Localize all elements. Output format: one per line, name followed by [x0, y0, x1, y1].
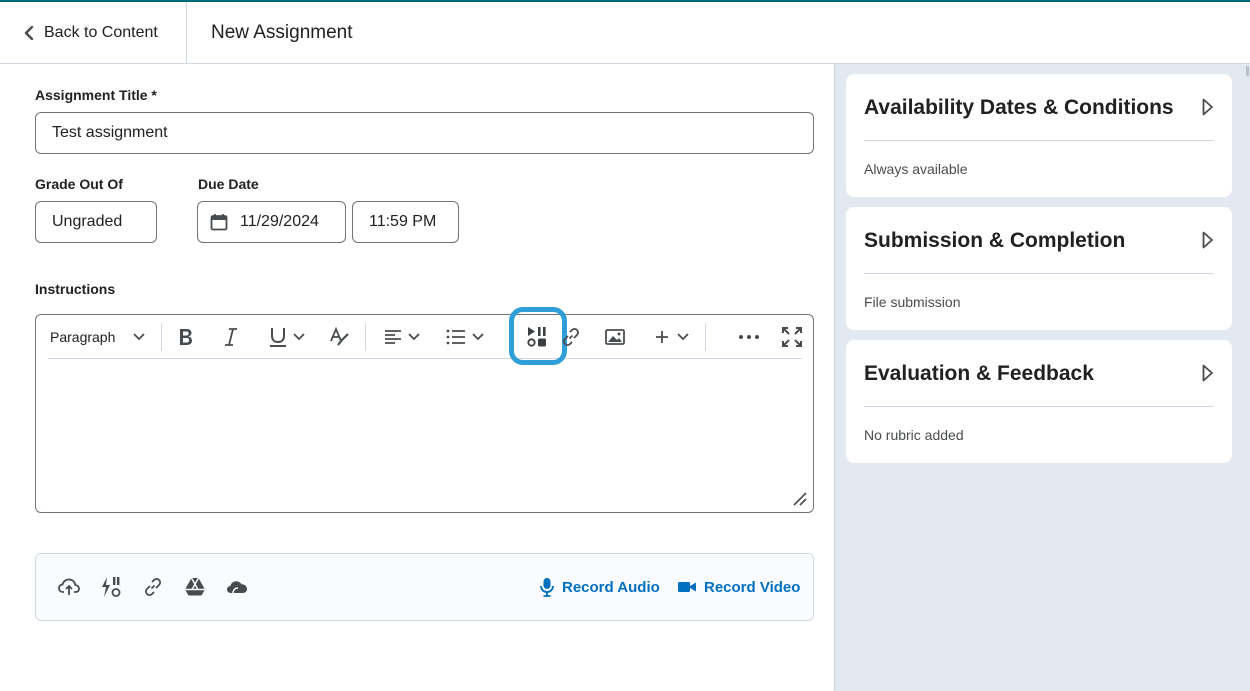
attach-link-button[interactable]	[142, 576, 164, 598]
assignment-title-input[interactable]: Test assignment	[35, 112, 814, 154]
underline-icon	[270, 328, 286, 347]
instructions-label: Instructions	[35, 281, 116, 297]
availability-card[interactable]: Availability Dates & Conditions Always a…	[846, 74, 1232, 197]
top-bar: Back to Content New Assignment	[0, 0, 1250, 64]
bulleted-list-icon	[446, 329, 465, 345]
back-to-content-link[interactable]: Back to Content	[0, 1, 187, 64]
attachments-bar: Record Audio Record Video	[35, 553, 814, 621]
link-icon	[144, 577, 162, 597]
record-audio-button[interactable]: Record Audio	[540, 554, 660, 620]
text-style-button[interactable]	[327, 315, 353, 359]
due-date-label: Due Date	[198, 176, 259, 192]
fullscreen-button[interactable]	[780, 315, 804, 359]
bold-icon	[180, 329, 192, 345]
image-icon	[605, 329, 625, 345]
assignment-title-label: Assignment Title *	[35, 87, 157, 103]
italic-button[interactable]	[219, 315, 243, 359]
grade-out-of-field[interactable]: Ungraded	[35, 201, 157, 243]
instructions-editor[interactable]: Paragraph	[35, 307, 814, 513]
record-audio-label: Record Audio	[562, 578, 660, 596]
paragraph-label: Paragraph	[50, 329, 116, 345]
caret-right-icon	[1202, 98, 1213, 116]
microphone-icon	[540, 578, 554, 597]
insert-image-button[interactable]	[602, 315, 628, 359]
link-icon	[562, 327, 580, 347]
caret-right-icon	[1202, 364, 1213, 382]
page-title: New Assignment	[211, 21, 353, 43]
video-camera-icon	[678, 582, 696, 592]
insert-link-button[interactable]	[559, 315, 583, 359]
more-horizontal-icon	[739, 335, 759, 339]
italic-icon	[225, 328, 237, 346]
paragraph-format-dropdown[interactable]: Paragraph	[50, 315, 160, 359]
main-form: Assignment Title * Test assignment Grade…	[0, 64, 834, 691]
card-divider	[864, 140, 1214, 141]
record-video-button[interactable]: Record Video	[678, 554, 800, 620]
grade-value: Ungraded	[52, 213, 123, 230]
grade-out-of-label: Grade Out Of	[35, 176, 123, 192]
due-time-input[interactable]: 11:59 PM	[352, 201, 459, 243]
calendar-icon	[210, 214, 228, 231]
cloud-upload-icon	[58, 578, 80, 595]
list-dropdown[interactable]	[444, 315, 486, 359]
chevron-down-icon	[133, 333, 146, 341]
submission-card[interactable]: Submission & Completion File submission	[846, 207, 1232, 330]
chevron-down-icon	[472, 333, 484, 341]
google-drive-icon	[185, 577, 205, 596]
more-options-button[interactable]	[736, 315, 762, 359]
insert-more-dropdown[interactable]	[651, 315, 693, 359]
text-style-icon	[330, 327, 349, 346]
submission-summary: File submission	[864, 294, 961, 310]
due-date-input[interactable]: 11/29/2024	[197, 201, 346, 243]
back-label: Back to Content	[44, 23, 158, 41]
chevron-down-icon	[293, 333, 305, 341]
submission-title: Submission & Completion	[864, 229, 1126, 252]
onedrive-button[interactable]	[226, 576, 248, 598]
evaluation-title: Evaluation & Feedback	[864, 362, 1094, 385]
upload-file-button[interactable]	[58, 576, 80, 598]
due-time-value: 11:59 PM	[369, 213, 437, 230]
toolbar-divider	[705, 323, 706, 351]
quicklink-button[interactable]	[100, 576, 122, 598]
chevron-down-icon	[408, 333, 420, 341]
align-left-icon	[385, 330, 401, 344]
align-dropdown[interactable]	[381, 315, 423, 359]
toolbar-divider	[161, 323, 162, 351]
settings-sidebar: Availability Dates & Conditions Always a…	[834, 64, 1250, 691]
caret-right-icon	[1202, 231, 1213, 249]
editor-toolbar: Paragraph	[48, 307, 804, 365]
scrollbar-thumb[interactable]	[1246, 66, 1249, 76]
toolbar-divider	[365, 323, 366, 351]
resize-handle-icon[interactable]	[793, 492, 807, 506]
quicklink-icon	[102, 577, 121, 597]
card-divider	[864, 273, 1214, 274]
bold-button[interactable]	[174, 315, 198, 359]
onedrive-icon	[227, 581, 247, 594]
plus-icon	[656, 331, 668, 343]
availability-summary: Always available	[864, 161, 968, 177]
underline-dropdown[interactable]	[266, 315, 308, 359]
chevron-down-icon	[677, 333, 689, 341]
fullscreen-icon	[782, 327, 802, 347]
assignment-title-value: Test assignment	[52, 124, 168, 141]
due-date-value: 11/29/2024	[240, 213, 319, 230]
google-drive-button[interactable]	[184, 576, 206, 598]
card-divider	[864, 406, 1214, 407]
chevron-left-icon	[24, 25, 34, 40]
evaluation-summary: No rubric added	[864, 427, 964, 443]
evaluation-card[interactable]: Evaluation & Feedback No rubric added	[846, 340, 1232, 463]
availability-title: Availability Dates & Conditions	[864, 96, 1174, 119]
record-video-label: Record Video	[704, 578, 801, 596]
